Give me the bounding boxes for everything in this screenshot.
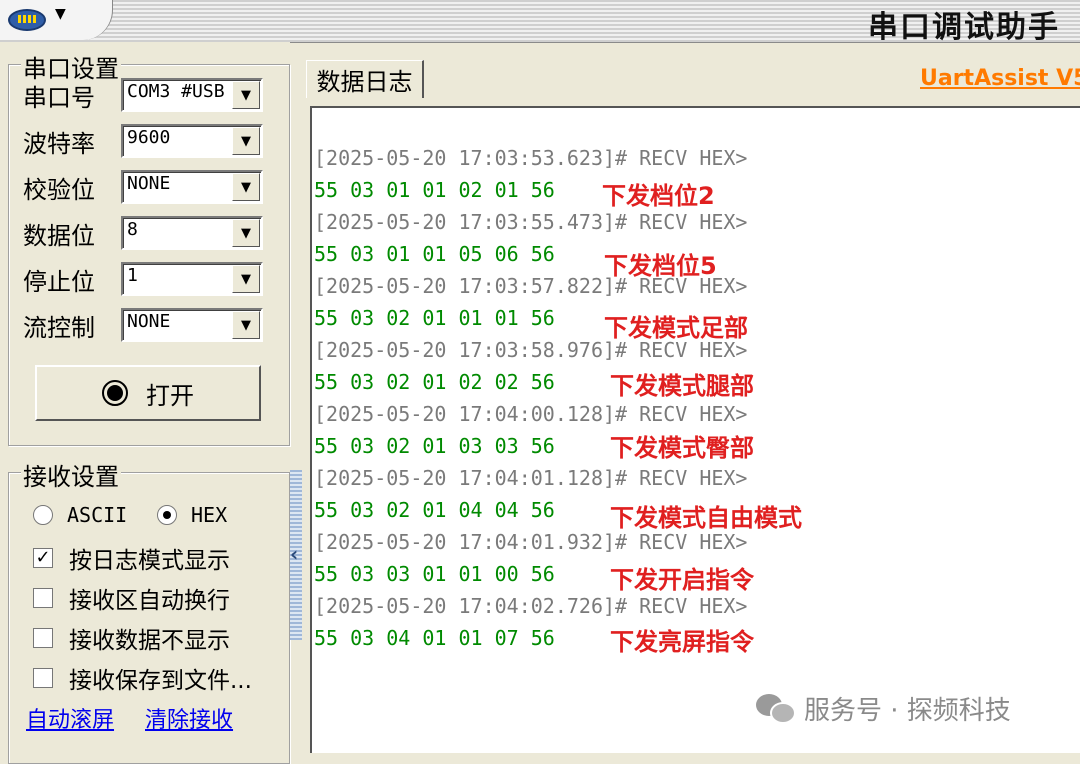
open-port-label: 打开 — [146, 381, 194, 410]
auto-scroll-link[interactable]: 自动滚屏 — [26, 708, 114, 733]
chevron-down-icon: ▼ — [55, 6, 66, 22]
option-save-file-label: 接收保存到文件... — [69, 668, 252, 694]
mode-hex-label: HEX — [191, 503, 228, 527]
databits-value: 8 — [127, 219, 138, 240]
port-select[interactable]: COM3 #USB ▼ — [121, 78, 263, 112]
port-label: 串口号 — [23, 83, 95, 112]
receive-settings-legend: 接收设置 — [21, 457, 121, 492]
log-area[interactable]: [2025-05-20 17:03:53.623]# RECV HEX> 55 … — [310, 106, 1080, 753]
option-auto-wrap-label: 接收区自动换行 — [69, 588, 230, 614]
dropdown-arrow-icon[interactable]: ▼ — [232, 81, 260, 109]
mode-ascii-label: ASCII — [67, 503, 128, 527]
log-annotation: 下发档位2 — [602, 182, 715, 210]
log-data-line: 55 03 02 01 04 04 56 — [314, 498, 555, 522]
log-annotation: 下发模式自由模式 — [610, 504, 802, 532]
clear-receive-link[interactable]: 清除接收 — [145, 708, 233, 733]
receive-links: 自动滚屏 清除接收 — [26, 702, 257, 734]
stopbits-row: 停止位 1 ▼ — [23, 261, 263, 297]
log-annotation: 下发亮屏指令 — [610, 628, 754, 656]
parity-label: 校验位 — [23, 175, 95, 204]
mode-ascii-radio[interactable]: ASCII — [33, 503, 127, 527]
port-value: COM3 #USB — [127, 81, 225, 102]
option-hide-data-label: 接收数据不显示 — [69, 628, 230, 654]
collapse-left-icon[interactable]: ‹ — [290, 542, 298, 566]
databits-select[interactable]: 8 ▼ — [121, 216, 263, 250]
log-data-line: 55 03 01 01 02 01 56 — [314, 178, 555, 202]
port-row: 串口号 COM3 #USB ▼ — [23, 77, 263, 113]
flowctrl-row: 流控制 NONE ▼ — [23, 307, 263, 343]
app-menu-button[interactable]: ▼ — [0, 0, 113, 40]
log-header-line: [2025-05-20 17:04:02.726]# RECV HEX> — [314, 594, 748, 618]
parity-value: NONE — [127, 173, 171, 194]
app-logo-icon — [8, 9, 46, 31]
option-log-mode-checkbox[interactable]: ✓ 按日志模式显示 — [33, 541, 230, 575]
title-bar: ▼ 串口调试助手 — [0, 0, 1080, 45]
checkbox-icon — [33, 588, 53, 608]
databits-label: 数据位 — [23, 221, 95, 250]
wechat-icon — [756, 693, 796, 724]
record-icon — [102, 380, 128, 406]
log-data-line: 55 03 02 01 01 01 56 — [314, 306, 555, 330]
log-annotation: 下发开启指令 — [610, 566, 754, 594]
parity-select[interactable]: NONE ▼ — [121, 170, 263, 204]
parity-row: 校验位 NONE ▼ — [23, 169, 263, 205]
baud-select[interactable]: 9600 ▼ — [121, 124, 263, 158]
flowctrl-select[interactable]: NONE ▼ — [121, 308, 263, 342]
log-header-line: [2025-05-20 17:04:01.128]# RECV HEX> — [314, 466, 748, 490]
flowctrl-value: NONE — [127, 311, 171, 332]
log-header-line: [2025-05-20 17:03:55.473]# RECV HEX> — [314, 210, 748, 234]
option-hide-data-checkbox[interactable]: 接收数据不显示 — [33, 621, 230, 655]
dropdown-arrow-icon[interactable]: ▼ — [232, 265, 260, 293]
open-port-button[interactable]: 打开 — [35, 365, 261, 421]
stopbits-value: 1 — [127, 265, 138, 286]
log-header-line: [2025-05-20 17:03:53.623]# RECV HEX> — [314, 146, 748, 170]
stopbits-label: 停止位 — [23, 267, 95, 296]
option-save-file-checkbox[interactable]: 接收保存到文件... — [33, 661, 252, 695]
baud-value: 9600 — [127, 127, 171, 148]
log-data-line: 55 03 03 01 01 00 56 — [314, 562, 555, 586]
mode-hex-radio[interactable]: HEX — [157, 503, 227, 527]
log-header-line: [2025-05-20 17:04:00.128]# RECV HEX> — [314, 402, 748, 426]
databits-row: 数据位 8 ▼ — [23, 215, 263, 251]
log-panel: 数据日志 UartAssist V5. [2025-05-20 17:03:53… — [300, 42, 1080, 753]
log-data-line: 55 03 04 01 01 07 56 — [314, 626, 555, 650]
dropdown-arrow-icon[interactable]: ▼ — [232, 219, 260, 247]
log-data-line: 55 03 02 01 02 02 56 — [314, 370, 555, 394]
baud-row: 波特率 9600 ▼ — [23, 123, 263, 159]
watermark-text: 服务号 · 探频科技 — [804, 696, 1011, 726]
brand-link[interactable]: UartAssist V5. — [920, 66, 1080, 91]
dropdown-arrow-icon[interactable]: ▼ — [232, 311, 260, 339]
log-annotation: 下发模式臀部 — [610, 434, 754, 462]
checkbox-icon — [33, 628, 53, 648]
serial-settings-group: 串口设置 串口号 COM3 #USB ▼ 波特率 9600 ▼ 校验位 NONE… — [8, 49, 290, 446]
log-annotation: 下发模式腿部 — [610, 372, 754, 400]
window-title: 串口调试助手 — [868, 10, 1060, 45]
tab-data-log[interactable]: 数据日志 — [306, 60, 424, 98]
dropdown-arrow-icon[interactable]: ▼ — [232, 173, 260, 201]
log-data-line: 55 03 02 01 03 03 56 — [314, 434, 555, 458]
log-header-line: [2025-05-20 17:03:57.822]# RECV HEX> — [314, 274, 748, 298]
option-auto-wrap-checkbox[interactable]: 接收区自动换行 — [33, 581, 230, 615]
watermark: 服务号 · 探频科技 — [756, 690, 1011, 727]
radio-selected-icon — [157, 505, 177, 525]
log-header-line: [2025-05-20 17:03:58.976]# RECV HEX> — [314, 338, 748, 362]
checkbox-checked-icon: ✓ — [33, 548, 53, 568]
flowctrl-label: 流控制 — [23, 313, 95, 342]
settings-panel: 串口设置 串口号 COM3 #USB ▼ 波特率 9600 ▼ 校验位 NONE… — [0, 42, 290, 764]
checkbox-icon — [33, 668, 53, 688]
dropdown-arrow-icon[interactable]: ▼ — [232, 127, 260, 155]
option-log-mode-label: 按日志模式显示 — [69, 548, 230, 574]
baud-label: 波特率 — [23, 129, 95, 158]
log-header-line: [2025-05-20 17:04:01.932]# RECV HEX> — [314, 530, 748, 554]
radio-icon — [33, 505, 53, 525]
log-data-line: 55 03 01 01 05 06 56 — [314, 242, 555, 266]
stopbits-select[interactable]: 1 ▼ — [121, 262, 263, 296]
